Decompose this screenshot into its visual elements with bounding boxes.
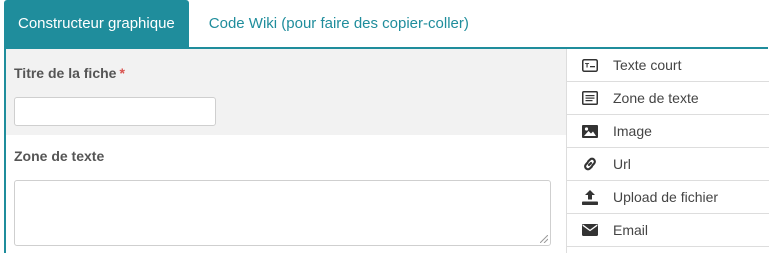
component-label: Texte court	[613, 57, 682, 73]
svg-text:T: T	[585, 62, 590, 69]
tab-bar: Constructeur graphique Code Wiki (pour f…	[4, 0, 489, 47]
textarea-icon	[579, 91, 601, 105]
component-label: Image	[613, 123, 652, 139]
component-url[interactable]: Url	[567, 148, 769, 181]
component-label: Email	[613, 222, 649, 238]
upload-icon	[579, 189, 601, 205]
component-label: Upload de fichier	[613, 189, 719, 205]
form-preview: Titre de la fiche * Zone de texte	[6, 49, 566, 253]
required-marker: *	[119, 65, 125, 81]
zone-textarea[interactable]	[14, 180, 551, 246]
component-zone-de-texte[interactable]: Zone de texte	[567, 82, 769, 115]
zone-field-label: Zone de texte	[14, 148, 105, 164]
title-field-label-text: Titre de la fiche	[14, 65, 117, 81]
text-input-icon: T	[579, 58, 601, 72]
tab-code-wiki[interactable]: Code Wiki (pour faire des copier-coller)	[189, 0, 489, 47]
title-field-block: Titre de la fiche *	[6, 49, 566, 135]
component-image[interactable]: Image	[567, 115, 769, 148]
email-icon	[579, 224, 601, 236]
resize-grip-icon[interactable]	[540, 235, 548, 243]
components-list: T Texte court Zone de texte Image Url Up…	[566, 49, 769, 253]
link-icon	[579, 156, 601, 172]
component-label: Url	[613, 156, 631, 172]
tab-constructeur-graphique[interactable]: Constructeur graphique	[4, 0, 189, 47]
title-field-label: Titre de la fiche *	[14, 65, 125, 81]
component-email[interactable]: Email	[567, 214, 769, 247]
image-icon	[579, 124, 601, 138]
zone-field-block: Zone de texte	[6, 135, 566, 253]
title-input[interactable]	[14, 97, 216, 126]
builder-panel: Titre de la fiche * Zone de texte T Texte…	[4, 47, 769, 253]
component-label: Zone de texte	[613, 90, 699, 106]
component-upload-de-fichier[interactable]: Upload de fichier	[567, 181, 769, 214]
component-texte-court[interactable]: T Texte court	[567, 49, 769, 82]
